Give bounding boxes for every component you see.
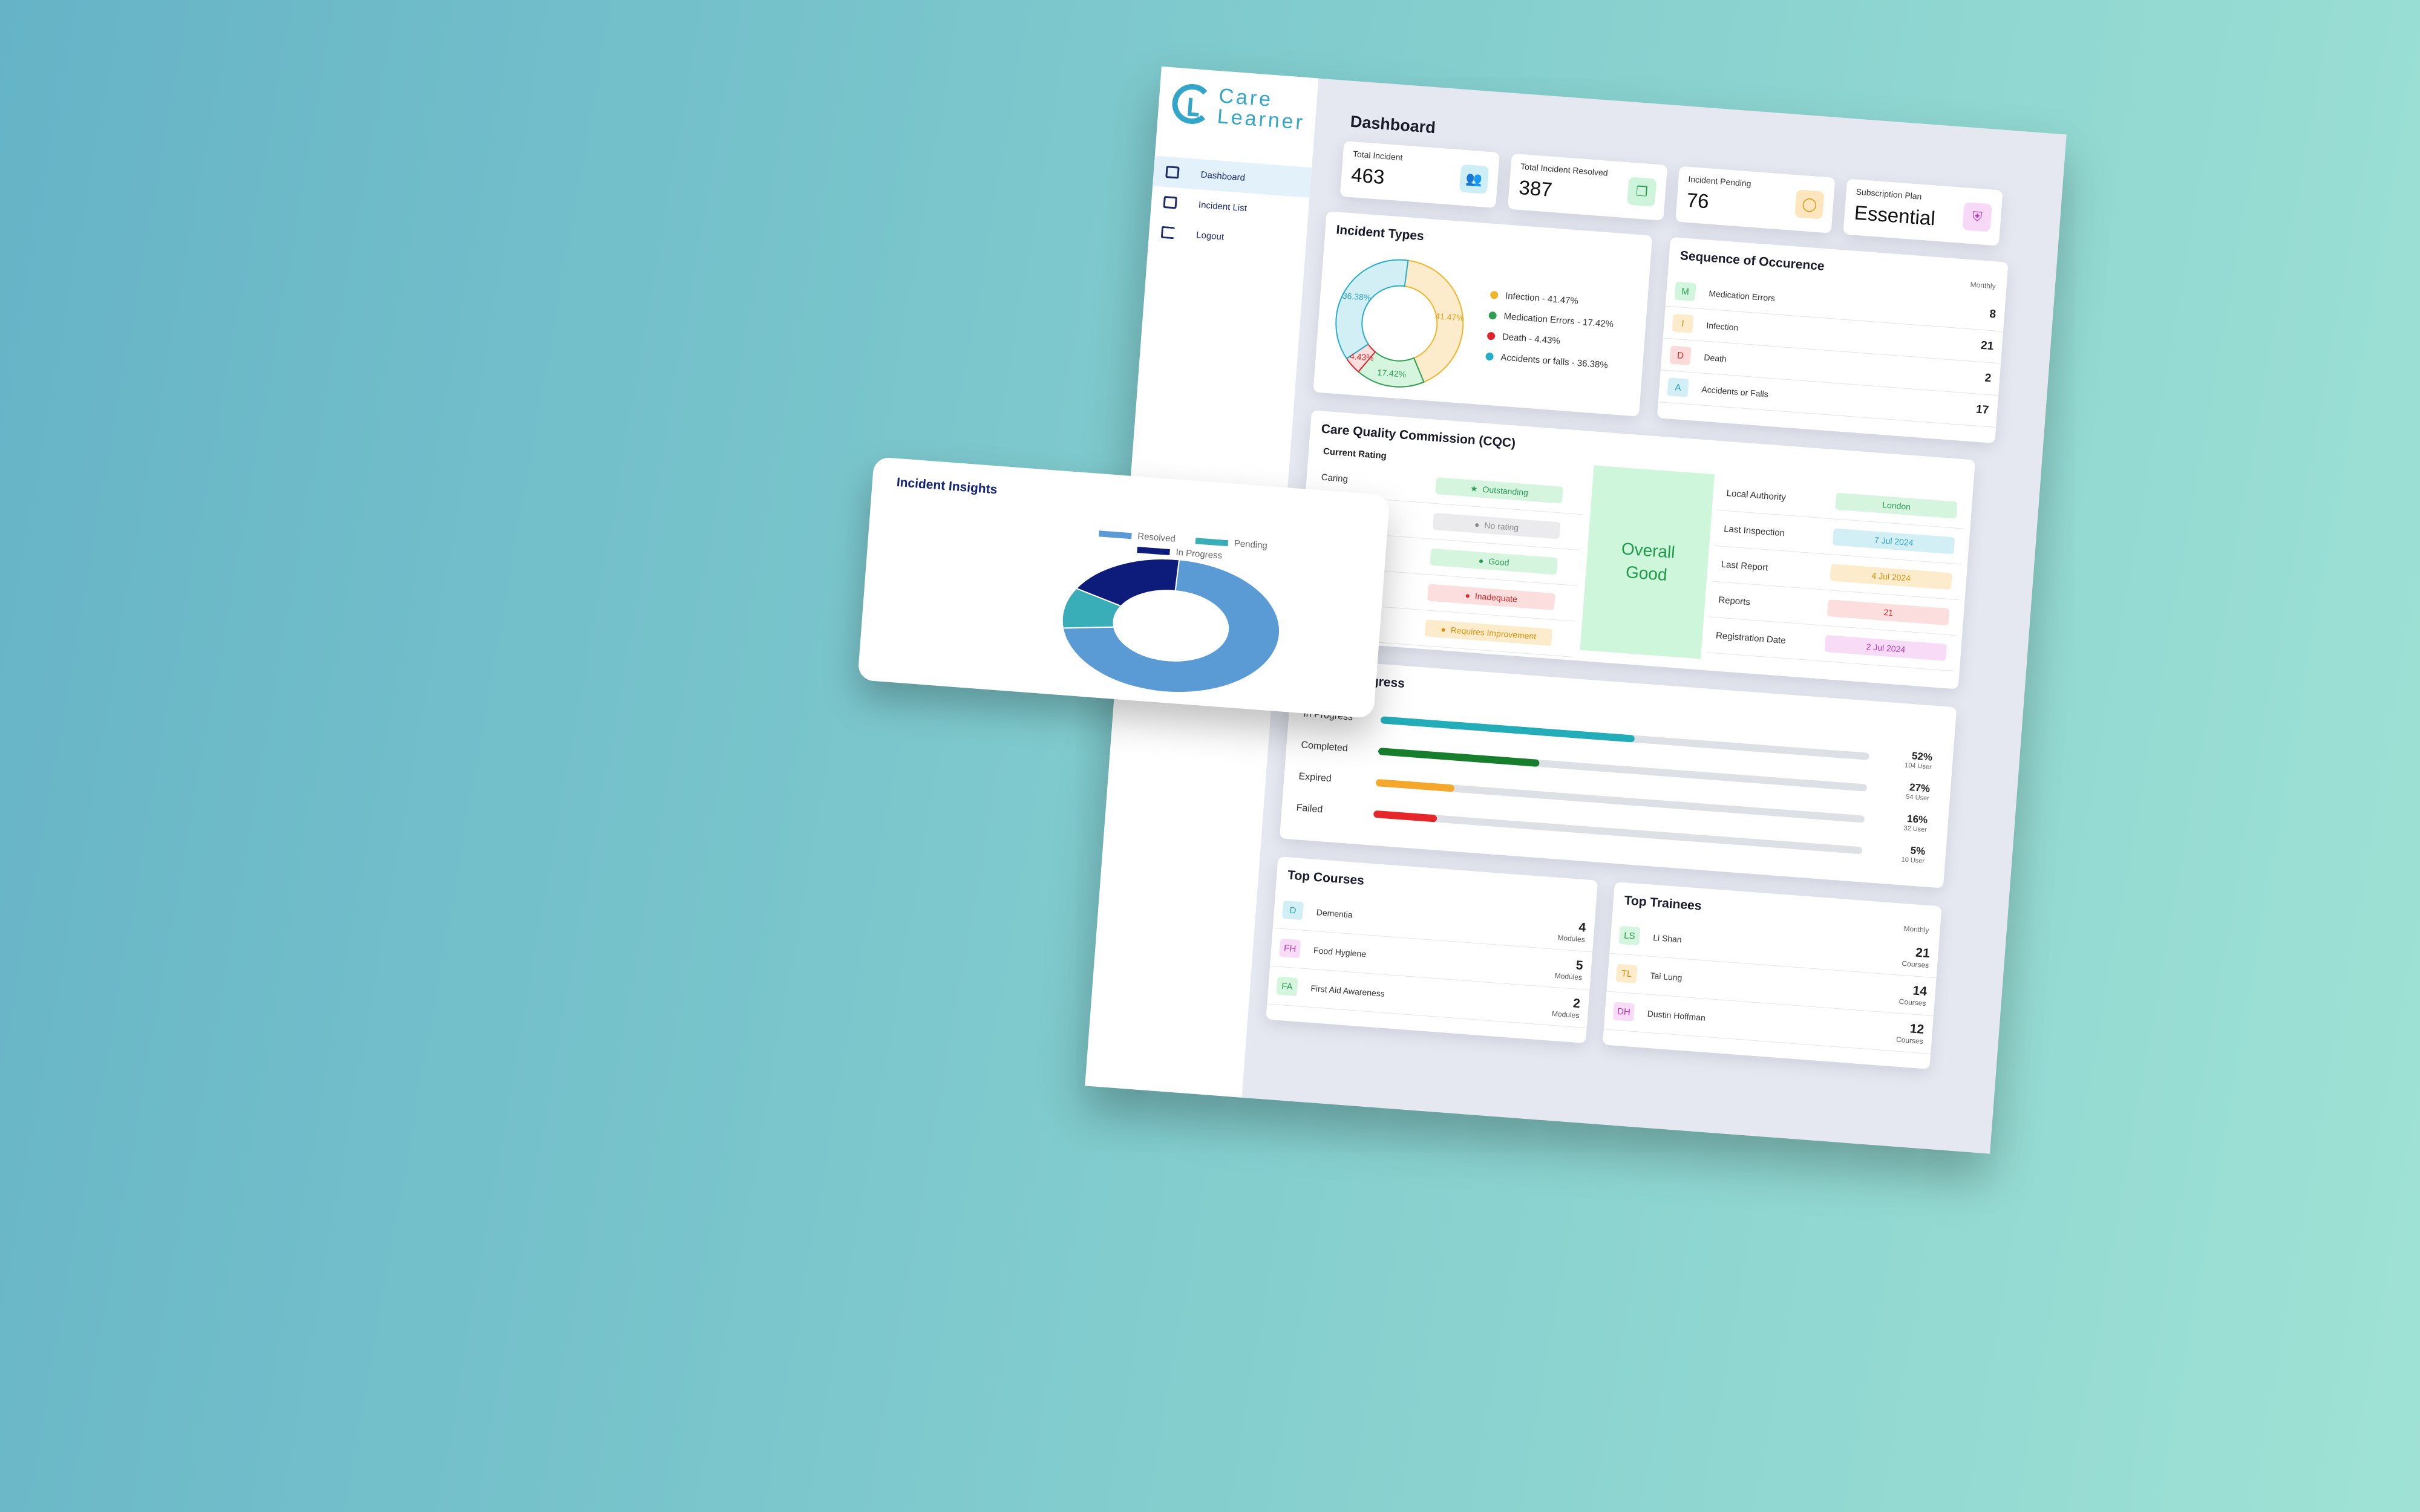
brand-line2: Learner bbox=[1216, 105, 1306, 134]
sequence-card: Sequence of Occurence Monthly M Medicati… bbox=[1656, 236, 2009, 444]
stat-card-incident-pending[interactable]: Incident Pending 76 ◯ bbox=[1675, 166, 1836, 233]
overall-rating: Overall Good bbox=[1580, 465, 1715, 659]
progress-fill bbox=[1375, 778, 1454, 792]
badge: D bbox=[1281, 900, 1304, 921]
trainee-list: LS Li Shan 21 Courses TL Tai Lung 14 Cours… bbox=[1603, 915, 1940, 1054]
avatar: LS bbox=[1618, 925, 1641, 946]
rating-pill: ● Requires Improvement bbox=[1424, 619, 1553, 646]
card-title: Top Courses bbox=[1287, 868, 1365, 888]
incident-types-donut: 41.47%17.42%4.43%36.38% bbox=[1335, 259, 1464, 388]
legend-swatch bbox=[1099, 530, 1132, 539]
card-title: Incident Insights bbox=[896, 475, 998, 497]
logout-icon bbox=[1160, 226, 1176, 240]
sequence-list: M Medication Errors 8 I Infection 21 D D… bbox=[1658, 274, 2006, 428]
shield-icon: ⛨ bbox=[1962, 202, 1992, 232]
incident-types-legend: Infection - 41.47% Medication Errors - 1… bbox=[1485, 284, 1615, 376]
progress-fill bbox=[1378, 748, 1540, 767]
insights-legend: Resolved Pending In Progress bbox=[1099, 528, 1280, 561]
stat-value: 387 bbox=[1518, 175, 1554, 201]
logo: Care Learner bbox=[1171, 82, 1307, 134]
top-trainees-card: Top Trainees Monthly LS Li Shan 21 Course… bbox=[1602, 881, 1942, 1069]
card-title: Care Quality Commission (CQC) bbox=[1320, 422, 1516, 451]
dot-icon: ● bbox=[1474, 519, 1480, 530]
legend-dot bbox=[1486, 331, 1496, 341]
rating-pill: ● Inadequate bbox=[1427, 584, 1555, 611]
chart-icon bbox=[1163, 195, 1177, 209]
legend-dot bbox=[1490, 290, 1499, 299]
badge: FA bbox=[1276, 976, 1298, 997]
logo-icon bbox=[1171, 82, 1214, 126]
sidebar-item-label: Incident List bbox=[1198, 199, 1248, 213]
star-icon: ★ bbox=[1470, 483, 1479, 494]
dot-icon: ● bbox=[1440, 624, 1447, 634]
legend-item: Resolved bbox=[1099, 528, 1176, 544]
stat-value: 76 bbox=[1686, 188, 1710, 213]
legend-swatch bbox=[1195, 537, 1229, 546]
period-label: Monthly bbox=[1903, 924, 1930, 935]
clock-icon: ◯ bbox=[1794, 189, 1825, 220]
grid-icon bbox=[1165, 166, 1180, 179]
legend-dot bbox=[1488, 311, 1497, 320]
page-title: Dashboard bbox=[1349, 112, 1436, 137]
rating-pill: ● No rating bbox=[1432, 512, 1561, 539]
info-pill: London bbox=[1835, 492, 1958, 519]
course-progress-card: Course Progress In Progress 52%104 User … bbox=[1279, 657, 1957, 888]
stat-card-subscription-plan[interactable]: Subscription Plan Essential ⛨ bbox=[1843, 178, 2003, 246]
cqc-card: Care Quality Commission (CQC) Current Ra… bbox=[1294, 410, 1975, 689]
badge: FH bbox=[1279, 938, 1301, 959]
card-title: Incident Types bbox=[1335, 223, 1425, 244]
info-pill: 2 Jul 2024 bbox=[1824, 634, 1947, 661]
incident-types-card: Incident Types 41.47% 17.42% 4.43% 36.38% I… bbox=[1313, 211, 1653, 417]
item-count: 21 bbox=[1980, 339, 1994, 353]
card-title: Sequence of Occurence bbox=[1679, 249, 1825, 274]
badge: I bbox=[1672, 313, 1694, 334]
period-label: Monthly bbox=[1970, 280, 1996, 291]
legend-dot bbox=[1485, 352, 1494, 360]
item-count: 8 bbox=[1989, 307, 1996, 321]
course-list: D Dementia 4 Modules FH Food Hygiene 5 Mod… bbox=[1267, 890, 1595, 1029]
progress-list: In Progress 52% 104 User Completed 27% 54 … bbox=[1295, 699, 1934, 872]
info-list: Local Authority London Last Inspection 7 J… bbox=[1705, 475, 1967, 671]
stat-value: 463 bbox=[1350, 163, 1385, 189]
stat-label: Incident Pending bbox=[1687, 174, 1752, 189]
rating-pill: ★ Outstanding bbox=[1435, 477, 1563, 504]
copy-icon: ❐ bbox=[1627, 177, 1657, 207]
badge: M bbox=[1674, 281, 1696, 302]
current-rating-label: Current Rating bbox=[1323, 446, 1387, 461]
info-pill: 21 bbox=[1827, 599, 1950, 626]
sidebar-item-label: Dashboard bbox=[1200, 169, 1246, 183]
card-title: Top Trainees bbox=[1623, 893, 1702, 913]
users-icon: 👥 bbox=[1459, 164, 1490, 194]
top-courses-card: Top Courses D Dementia 4 Modules FH Food … bbox=[1266, 856, 1598, 1044]
info-pill: 4 Jul 2024 bbox=[1830, 564, 1952, 590]
avatar: DH bbox=[1612, 1002, 1635, 1022]
sidebar-item-label: Logout bbox=[1195, 229, 1225, 242]
badge: A bbox=[1667, 377, 1689, 397]
avatar: TL bbox=[1615, 963, 1638, 984]
badge: D bbox=[1669, 345, 1692, 365]
incident-insights-donut bbox=[1061, 558, 1281, 694]
item-count: 2 bbox=[1984, 371, 1992, 385]
info-pill: 7 Jul 2024 bbox=[1833, 528, 1955, 555]
incident-insights-card: Incident Insights Resolved Pending In Pr… bbox=[857, 457, 1390, 719]
progress-fill bbox=[1373, 810, 1437, 823]
slice-label: 4.43% bbox=[1349, 351, 1374, 363]
stat-card-incident-resolved[interactable]: Total Incident Resolved 387 ❐ bbox=[1507, 153, 1668, 221]
rating-pill: ● Good bbox=[1430, 548, 1558, 575]
stat-label: Total Incident Resolved bbox=[1520, 161, 1609, 178]
stat-label: Subscription Plan bbox=[1856, 186, 1922, 201]
sidebar-nav: Dashboard Incident List Logout bbox=[1148, 155, 1312, 258]
item-count: 17 bbox=[1975, 403, 1990, 417]
stat-card-total-incident[interactable]: Total Incident 463 👥 bbox=[1339, 140, 1500, 209]
legend-item: Pending bbox=[1195, 535, 1267, 551]
stat-label: Total Incident bbox=[1352, 149, 1403, 163]
dot-icon: ● bbox=[1464, 590, 1471, 601]
stat-value: Essential bbox=[1853, 201, 1937, 230]
dot-icon: ● bbox=[1478, 555, 1484, 566]
